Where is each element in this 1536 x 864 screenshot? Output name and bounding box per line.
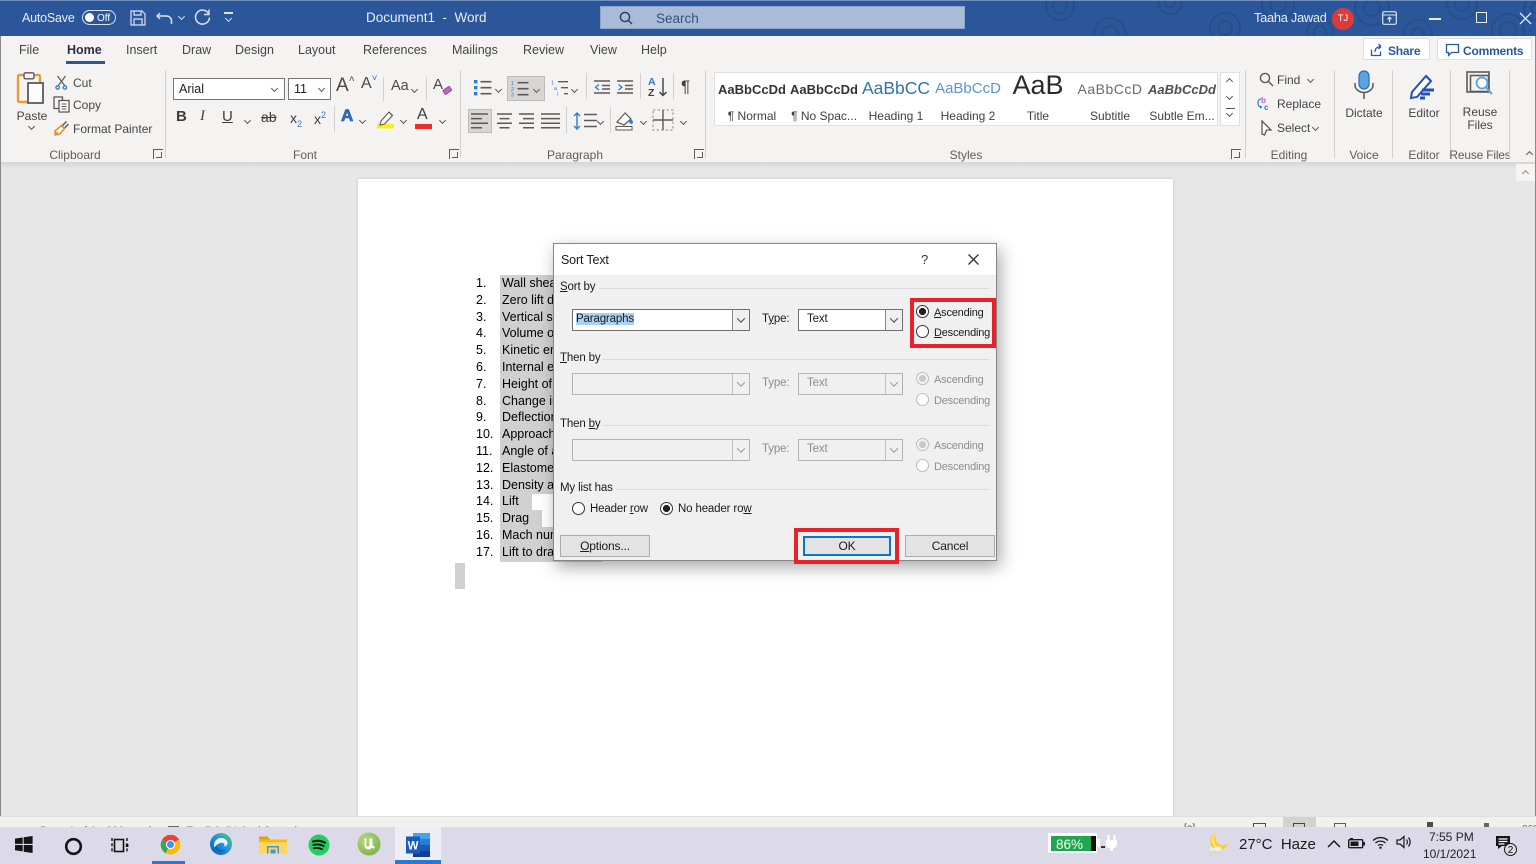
svg-text:i: i [557,92,558,97]
svg-text:W: W [408,841,419,853]
svg-text:3: 3 [511,93,514,97]
svg-text:c: c [1264,103,1269,111]
